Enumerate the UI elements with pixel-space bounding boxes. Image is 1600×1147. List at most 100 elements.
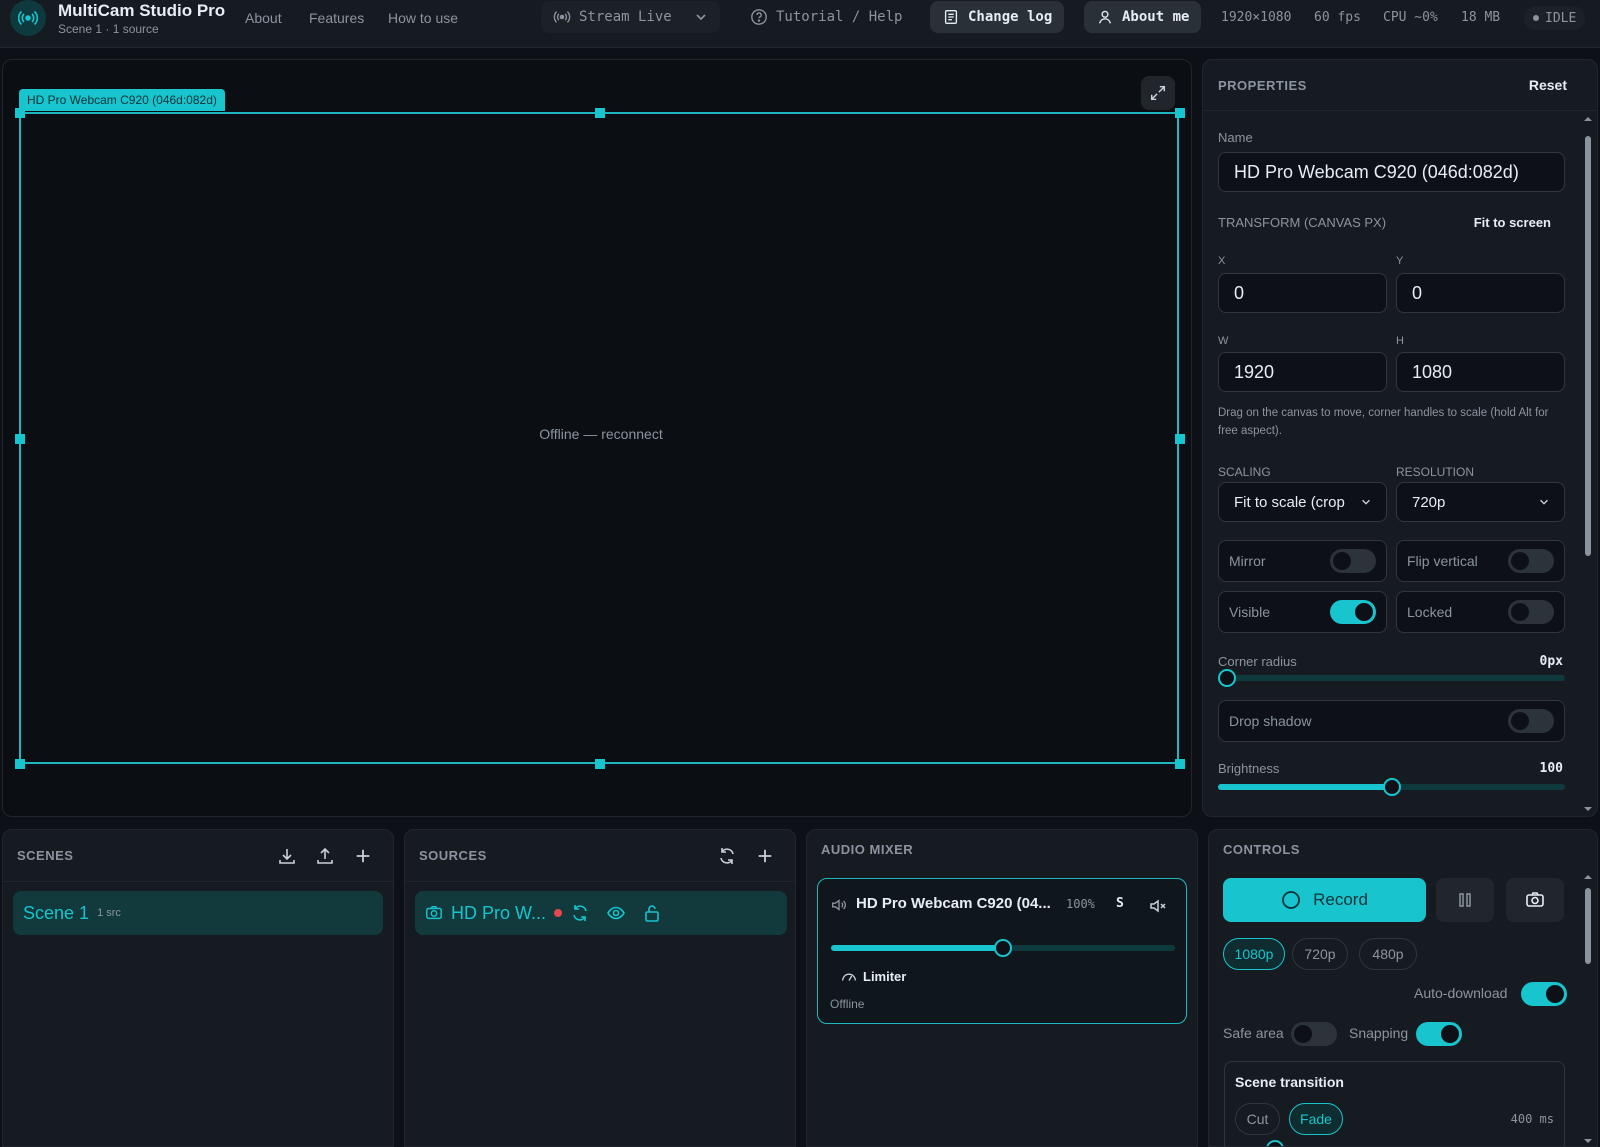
auto-download-toggle[interactable] <box>1521 982 1567 1006</box>
transition-cut-button[interactable]: Cut <box>1235 1103 1280 1135</box>
visible-toggle[interactable] <box>1330 600 1376 624</box>
solo-button[interactable]: S <box>1116 896 1124 911</box>
limiter-label: Limiter <box>863 968 907 984</box>
gauge-icon <box>842 973 856 981</box>
quality-chip-480p[interactable]: 480p <box>1359 938 1417 970</box>
x-label: X <box>1218 255 1226 267</box>
y-field[interactable]: 0 <box>1396 273 1565 313</box>
add-source-button[interactable] <box>753 844 777 868</box>
tutorial-help-button[interactable]: Tutorial / Help <box>738 1 914 33</box>
limiter-button[interactable]: Limiter <box>840 967 906 985</box>
drop-shadow-toggle[interactable] <box>1508 709 1554 733</box>
locked-toggle[interactable] <box>1508 600 1554 624</box>
resize-handle-left[interactable] <box>15 434 25 444</box>
reconnect-icon[interactable] <box>570 903 590 923</box>
brightness-slider[interactable] <box>1218 778 1565 796</box>
brightness-fill <box>1218 784 1392 790</box>
height-field[interactable]: 1080 <box>1396 352 1565 392</box>
nav-about[interactable]: About <box>245 10 282 26</box>
record-button[interactable]: Record <box>1223 878 1426 922</box>
app-subtitle: Scene 1 · 1 source <box>58 22 159 36</box>
transition-duration-knob[interactable] <box>1266 1140 1284 1146</box>
properties-scroll-thumb[interactable] <box>1585 136 1591 556</box>
fullscreen-button[interactable] <box>1141 76 1175 110</box>
resize-handle-right[interactable] <box>1175 434 1185 444</box>
refresh-sources-button[interactable] <box>715 844 739 868</box>
safe-area-toggle[interactable] <box>1291 1022 1337 1046</box>
x-field[interactable]: 0 <box>1218 273 1387 313</box>
audio-mixer-title: AUDIO MIXER <box>821 842 914 857</box>
resize-handle-bottom[interactable] <box>595 759 605 769</box>
offline-message[interactable]: Offline — reconnect <box>21 426 1181 442</box>
locked-row: Locked <box>1396 591 1565 633</box>
resolution-readout: 1920×1080 <box>1221 10 1292 25</box>
resize-handle-top-left[interactable] <box>15 108 25 118</box>
broadcast-icon <box>553 11 571 23</box>
source-selection-box[interactable]: Offline — reconnect <box>19 112 1179 764</box>
import-scene-button[interactable] <box>275 844 299 868</box>
quality-chip-1080p[interactable]: 1080p <box>1223 938 1285 970</box>
transition-duration: 400 ms <box>1510 1112 1554 1126</box>
width-field[interactable]: 1920 <box>1218 352 1387 392</box>
camera-icon <box>426 905 442 920</box>
scroll-down-icon[interactable] <box>1583 1136 1593 1146</box>
scene-name: Scene 1 <box>23 902 90 923</box>
export-scene-button[interactable] <box>313 844 337 868</box>
stream-live-label: Stream Live <box>579 9 672 25</box>
resolution-select[interactable]: 720p <box>1396 482 1565 522</box>
snapshot-button[interactable] <box>1506 878 1564 922</box>
drop-shadow-row: Drop shadow <box>1218 700 1565 742</box>
corner-radius-slider[interactable] <box>1218 669 1565 687</box>
mirror-toggle[interactable] <box>1330 549 1376 573</box>
fit-to-screen-button[interactable]: Fit to screen <box>1474 215 1551 230</box>
eye-icon[interactable] <box>606 903 626 923</box>
canvas-preview[interactable]: HD Pro Webcam C920 (046d:082d) Offline —… <box>2 59 1192 817</box>
scene-item[interactable]: Scene 1 1 src <box>13 891 383 935</box>
resize-handle-bottom-left[interactable] <box>15 759 25 769</box>
about-me-button[interactable]: About me <box>1084 1 1202 33</box>
expand-icon <box>1150 85 1166 101</box>
controls-scroll-thumb[interactable] <box>1585 888 1591 964</box>
scaling-select[interactable]: Fit to scale (crop <box>1218 482 1387 522</box>
memory-readout: 18 MB <box>1461 10 1501 25</box>
tutorial-help-label: Tutorial / Help <box>776 9 903 25</box>
scroll-down-icon[interactable] <box>1583 804 1593 814</box>
changelog-icon <box>944 10 958 24</box>
scroll-up-icon[interactable] <box>1583 114 1593 124</box>
quality-chip-720p[interactable]: 720p <box>1292 938 1348 970</box>
add-scene-button[interactable] <box>351 844 375 868</box>
snapping-toggle[interactable] <box>1416 1022 1462 1046</box>
resize-handle-top[interactable] <box>595 108 605 118</box>
flip-vertical-toggle[interactable] <box>1508 549 1554 573</box>
unlock-icon[interactable] <box>642 903 662 923</box>
speaker-icon <box>832 899 846 911</box>
mixer-channel: HD Pro Webcam C920 (04... 100% S Limiter… <box>817 878 1187 1024</box>
plus-icon <box>758 849 772 863</box>
properties-scrollbar[interactable] <box>1583 114 1593 814</box>
scroll-up-icon[interactable] <box>1583 872 1593 882</box>
mixer-volume-slider[interactable] <box>831 939 1175 957</box>
chevron-down-icon <box>696 14 706 21</box>
about-me-label: About me <box>1122 9 1190 25</box>
broadcast-logo-icon <box>10 0 46 36</box>
source-item[interactable]: HD Pro W... <box>415 891 787 935</box>
stream-live-dropdown[interactable]: Stream Live <box>541 1 720 33</box>
resize-handle-bottom-right[interactable] <box>1175 759 1185 769</box>
pause-button[interactable] <box>1436 878 1494 922</box>
mute-icon[interactable] <box>1148 896 1168 916</box>
reset-button[interactable]: Reset <box>1529 77 1567 93</box>
corner-radius-knob[interactable] <box>1218 669 1236 687</box>
brightness-knob[interactable] <box>1382 778 1401 796</box>
mixer-volume-knob[interactable] <box>994 939 1012 957</box>
properties-title: PROPERTIES <box>1218 78 1307 93</box>
upload-icon <box>317 847 333 864</box>
change-log-button[interactable]: Change log <box>930 1 1065 33</box>
name-field[interactable]: HD Pro Webcam C920 (046d:082d) <box>1218 152 1565 192</box>
nav-features[interactable]: Features <box>309 10 364 26</box>
nav-how-to-use[interactable]: How to use <box>388 10 458 26</box>
pause-icon <box>1459 893 1471 907</box>
drop-shadow-label: Drop shadow <box>1229 713 1312 729</box>
transition-fade-button[interactable]: Fade <box>1289 1103 1343 1135</box>
controls-scrollbar[interactable] <box>1583 872 1593 1146</box>
resize-handle-top-right[interactable] <box>1175 108 1185 118</box>
